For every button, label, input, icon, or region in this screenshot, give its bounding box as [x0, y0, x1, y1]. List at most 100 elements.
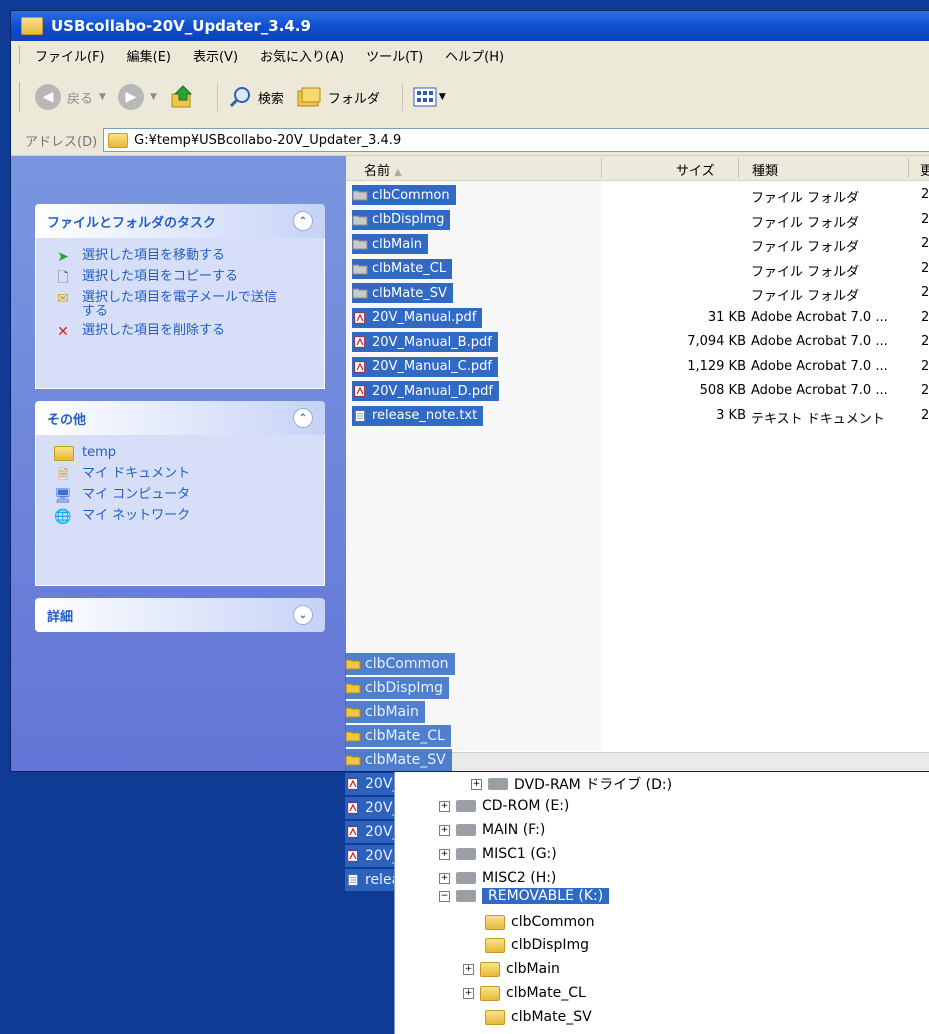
tree-drive-e[interactable]: + CD-ROM (E:) [439, 798, 569, 814]
tree-drive-d[interactable]: + DVD-RAM ドライブ (D:) [471, 774, 672, 794]
tree-folder-clbmate-cl[interactable]: + clbMate_CL [463, 985, 586, 1001]
file-row[interactable]: clbCommon ファイル フォルダ 20 [346, 184, 929, 206]
task-copy[interactable]: 🗋 選択した項目をコピーする [54, 270, 314, 287]
file-date: 20 [921, 236, 929, 251]
title-bar[interactable]: USBcollabo-20V_Updater_3.4.9 [11, 11, 929, 41]
other-places-panel: その他 ⌃ temp 🗎 マイ ドキュメント 🖥 マイ コンピュータ 🌐 マイ ネット… [35, 401, 325, 586]
menu-file[interactable]: ファイル(F) [35, 46, 105, 65]
tree-folder-clbmain[interactable]: + clbMain [463, 961, 560, 977]
explorer-window: USBcollabo-20V_Updater_3.4.9 ファイル(F) 編集(… [10, 10, 929, 772]
back-button[interactable]: ◀ 戻る ▼ [35, 84, 106, 110]
tree-drive-g[interactable]: + MISC1 (G:) [439, 846, 557, 862]
search-button[interactable]: 検索 [228, 85, 284, 109]
column-type[interactable]: 種類 [752, 160, 778, 179]
file-date: 20 [921, 358, 929, 374]
task-email[interactable]: ✉ 選択した項目を電子メールで送信する [54, 291, 314, 319]
file-row[interactable]: clbMain ファイル フォルダ 20 [346, 233, 929, 255]
tree-folder-clbcommon[interactable]: clbCommon [485, 914, 595, 930]
folders-icon [297, 87, 321, 107]
file-name[interactable]: clbMate_SV [352, 283, 453, 303]
tree-drive-f[interactable]: + MAIN (F:) [439, 822, 545, 838]
file-tasks-panel: ファイルとフォルダのタスク ⌃ ➤ 選択した項目を移動する 🗋 選択した項目をコピー… [35, 204, 325, 389]
column-date[interactable]: 更 [920, 160, 929, 179]
place-my-network[interactable]: 🌐 マイ ネットワーク [54, 509, 314, 526]
toolbar-separator [216, 83, 218, 111]
menu-favorites[interactable]: お気に入り(A) [260, 46, 344, 65]
place-my-computer[interactable]: 🖥 マイ コンピュータ [54, 488, 314, 505]
views-button[interactable]: ▼ [413, 87, 446, 107]
expand-icon[interactable]: + [463, 987, 474, 999]
details-header[interactable]: 詳細 ⌄ [35, 598, 325, 632]
other-places-header[interactable]: その他 ⌃ [35, 401, 325, 435]
up-folder-button[interactable] [169, 84, 195, 110]
tree-folder-clbmate-sv[interactable]: clbMate_SV [485, 1009, 592, 1025]
menu-view[interactable]: 表示(V) [193, 46, 238, 65]
up-folder-icon [171, 85, 193, 108]
pdf-file-icon [354, 360, 365, 373]
delete-x-icon: ✕ [57, 324, 69, 340]
folder-icon [485, 1009, 505, 1025]
grip-handle [19, 46, 23, 64]
file-row[interactable]: 20V_Manual_B.pdf 7,094 KB Adobe Acrobat 7.… [346, 331, 929, 353]
file-name[interactable]: 20V_Manual_B.pdf [352, 332, 498, 352]
tree-folder-clbdispimg[interactable]: clbDispImg [485, 937, 589, 953]
task-delete[interactable]: ✕ 選択した項目を削除する [54, 324, 314, 341]
file-name[interactable]: 20V_Manual_D.pdf [352, 381, 499, 401]
folder-icon [345, 659, 361, 670]
expand-icon[interactable]: + [439, 872, 450, 884]
file-name[interactable]: clbCommon [352, 185, 456, 205]
file-name[interactable]: 20V_Manual_C.pdf [352, 356, 498, 377]
file-name[interactable]: 20V_Manual.pdf [352, 307, 483, 328]
my-network-icon: 🌐 [54, 509, 72, 525]
tree-drive-k[interactable]: − REMOVABLE (K:) [439, 888, 610, 904]
text-file-icon [348, 874, 358, 886]
file-tasks-header[interactable]: ファイルとフォルダのタスク ⌃ [35, 204, 325, 238]
file-date: 20 [921, 309, 929, 325]
file-row[interactable]: release_note.txt 3 KB テキスト ドキュメント 20 [346, 405, 929, 427]
file-name[interactable]: release_note.txt [352, 405, 484, 426]
sort-up-icon: ▲ [394, 167, 402, 178]
file-date: 20 [921, 407, 929, 423]
tree-drive-h[interactable]: + MISC2 (H:) [439, 870, 556, 886]
menu-edit[interactable]: 編集(E) [127, 46, 171, 65]
menu-tools[interactable]: ツール(T) [366, 46, 423, 65]
place-temp[interactable]: temp [54, 446, 314, 462]
collapse-chevron-icon[interactable]: ⌃ [293, 408, 313, 428]
drive-icon [456, 800, 476, 812]
file-row[interactable]: clbMate_SV ファイル フォルダ 20 [346, 282, 929, 304]
column-divider [601, 158, 602, 178]
collapse-chevron-icon[interactable]: ⌃ [293, 211, 313, 231]
pdf-file-icon [354, 336, 365, 348]
expand-icon[interactable]: + [463, 963, 474, 975]
address-input[interactable]: G:¥temp¥USBcollabo-20V_Updater_3.4.9 [103, 128, 929, 152]
text-file-icon [355, 409, 365, 422]
dropdown-arrow-icon: ▼ [149, 92, 157, 102]
file-type: ファイル フォルダ [751, 240, 860, 255]
expand-icon[interactable]: + [439, 800, 450, 812]
column-name[interactable]: 名前 ▲ [364, 160, 402, 179]
file-date: 20 [921, 383, 929, 398]
file-name[interactable]: clbDispImg [352, 209, 451, 230]
expand-icon[interactable]: + [471, 778, 482, 790]
file-row[interactable]: 20V_Manual.pdf 31 KB Adobe Acrobat 7.0 ...… [346, 307, 929, 329]
task-move[interactable]: ➤ 選択した項目を移動する [54, 249, 314, 266]
place-my-documents[interactable]: 🗎 マイ ドキュメント [54, 467, 314, 484]
expand-chevron-icon[interactable]: ⌄ [293, 605, 313, 625]
file-name[interactable]: clbMain [352, 234, 429, 254]
file-name[interactable]: clbMate_CL [352, 258, 453, 279]
collapse-icon[interactable]: − [439, 890, 450, 902]
column-size[interactable]: サイズ [676, 160, 715, 179]
dropdown-arrow-icon: ▼ [438, 92, 446, 102]
task-pane: ファイルとフォルダのタスク ⌃ ➤ 選択した項目を移動する 🗋 選択した項目をコピー… [11, 156, 346, 771]
toolbar-separator [401, 83, 403, 111]
expand-icon[interactable]: + [439, 848, 450, 860]
file-row[interactable]: 20V_Manual_D.pdf 508 KB Adobe Acrobat 7.0 … [346, 380, 929, 402]
menu-help[interactable]: ヘルプ(H) [445, 46, 504, 65]
folders-button[interactable]: フォルダ [296, 86, 380, 108]
forward-button[interactable]: ▶ ▼ [117, 84, 157, 110]
file-row[interactable]: clbMate_CL ファイル フォルダ 20 [346, 258, 929, 280]
expand-icon[interactable]: + [439, 824, 450, 836]
file-row[interactable]: 20V_Manual_C.pdf 1,129 KB Adobe Acrobat 7.… [346, 356, 929, 378]
toolbar: ◀ 戻る ▼ ▶ ▼ 検索 フォルダ ▼ [11, 69, 929, 126]
file-row[interactable]: clbDispImg ファイル フォルダ 20 [346, 209, 929, 231]
